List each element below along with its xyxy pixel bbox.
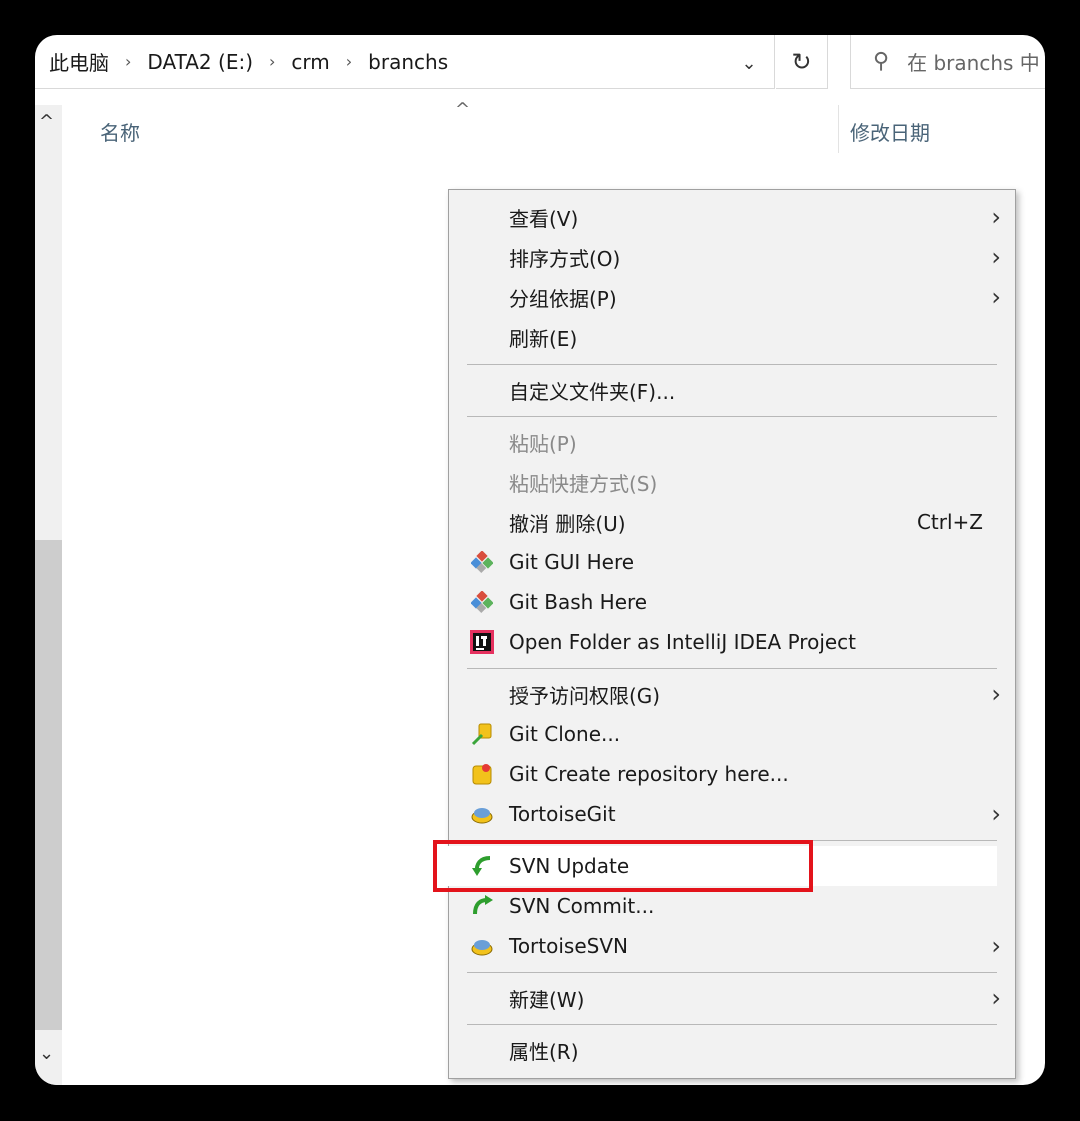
menu-item-git-create-repo[interactable]: Git Create repository here...	[467, 755, 997, 793]
chevron-right-icon: ›	[991, 680, 1001, 708]
breadcrumb-drive[interactable]: DATA2 (E:)	[147, 50, 253, 74]
chevron-right-icon: ›	[991, 283, 1001, 311]
column-name-header[interactable]: 名称	[100, 117, 140, 146]
breadcrumb-separator-icon[interactable]: ›	[346, 52, 352, 71]
menu-item-label: 撤消 删除(U)	[509, 511, 626, 536]
menu-item-git-bash-here[interactable]: Git Bash Here	[467, 583, 997, 621]
chevron-down-icon[interactable]: ⌄	[735, 49, 763, 77]
scroll-thumb[interactable]	[35, 540, 62, 1030]
menu-item-undo-delete[interactable]: 撤消 删除(U) Ctrl+Z	[467, 503, 997, 541]
column-header: ^ 名称 修改日期	[35, 99, 1045, 155]
intellij-icon	[469, 629, 495, 655]
context-menu: 查看(V) › 排序方式(O) › 分组依据(P) › 刷新(E) 自定义文件夹…	[433, 189, 1016, 1079]
menu-item-tortoisesvn[interactable]: TortoiseSVN ›	[467, 927, 1001, 965]
menu-item-label: Open Folder as IntelliJ IDEA Project	[509, 630, 857, 654]
menu-item-svn-commit[interactable]: SVN Commit...	[467, 887, 997, 925]
menu-item-git-clone[interactable]: Git Clone...	[467, 715, 997, 753]
menu-separator	[467, 972, 997, 973]
menu-item-label: Git Create repository here...	[509, 762, 789, 786]
breadcrumb-this-pc[interactable]: 此电脑	[49, 47, 109, 76]
menu-separator	[467, 416, 997, 417]
git-icon	[469, 589, 495, 615]
git-icon	[469, 549, 495, 575]
menu-separator	[467, 1024, 997, 1025]
menu-item-view[interactable]: 查看(V) ›	[467, 198, 1001, 236]
menu-item-label: 授予访问权限(G)	[509, 683, 661, 708]
chevron-right-icon: ›	[991, 243, 1001, 271]
sort-ascending-icon: ^	[455, 99, 471, 120]
menu-item-give-access[interactable]: 授予访问权限(G) ›	[467, 675, 1001, 713]
chevron-right-icon: ›	[991, 203, 1001, 231]
chevron-right-icon: ›	[991, 932, 1001, 960]
column-date-header[interactable]: 修改日期	[850, 117, 930, 146]
menu-separator	[467, 364, 997, 365]
tortoisegit-icon	[469, 801, 495, 827]
search-input[interactable]: 在 branchs 中	[907, 47, 1040, 76]
menu-item-label: 粘贴(P)	[509, 431, 577, 456]
svn-commit-icon	[469, 893, 495, 919]
chevron-right-icon: ›	[991, 984, 1001, 1012]
breadcrumb-crm[interactable]: crm	[291, 50, 329, 74]
menu-item-label: 属性(R)	[509, 1039, 579, 1064]
scroll-down-icon[interactable]: ⌄	[39, 1043, 54, 1064]
git-create-repo-icon	[469, 761, 495, 787]
tortoisesvn-icon	[469, 933, 495, 959]
menu-item-properties[interactable]: 属性(R)	[467, 1031, 997, 1069]
menu-item-sort-by[interactable]: 排序方式(O) ›	[467, 238, 1001, 276]
breadcrumb-separator-icon[interactable]: ›	[269, 52, 275, 71]
vertical-scrollbar[interactable]: ^ ⌄	[35, 105, 62, 1085]
menu-item-label: Git Clone...	[509, 722, 621, 746]
menu-item-refresh[interactable]: 刷新(E)	[467, 318, 997, 356]
column-divider[interactable]	[838, 105, 839, 153]
menu-item-label: Git Bash Here	[509, 590, 648, 614]
menu-item-tortoisegit[interactable]: TortoiseGit ›	[467, 795, 1001, 833]
search-box[interactable]: ⚲ 在 branchs 中	[850, 35, 1045, 89]
menu-item-label: Git GUI Here	[509, 550, 635, 574]
menu-item-customize-folder[interactable]: 自定义文件夹(F)...	[467, 371, 997, 409]
menu-item-group-by[interactable]: 分组依据(P) ›	[467, 278, 1001, 316]
breadcrumb-branchs[interactable]: branchs	[368, 50, 448, 74]
menu-item-label: 分组依据(P)	[509, 286, 617, 311]
chevron-right-icon: ›	[991, 800, 1001, 828]
menu-item-git-gui-here[interactable]: Git GUI Here	[467, 543, 997, 581]
search-icon: ⚲	[873, 49, 890, 74]
menu-item-label: TortoiseGit	[509, 802, 616, 826]
refresh-button[interactable]: ↻	[776, 35, 828, 89]
menu-item-shortcut: Ctrl+Z	[916, 510, 983, 534]
menu-item-label: 新建(W)	[509, 987, 585, 1012]
menu-item-label: SVN Commit...	[509, 894, 655, 918]
menu-item-paste[interactable]: 粘贴(P)	[467, 423, 997, 461]
menu-item-label: 自定义文件夹(F)...	[509, 379, 676, 404]
menu-item-label: 刷新(E)	[509, 326, 578, 351]
address-bar[interactable]: 此电脑 › DATA2 (E:) › crm › branchs ⌄	[35, 35, 775, 89]
menu-item-paste-shortcut[interactable]: 粘贴快捷方式(S)	[467, 463, 997, 501]
menu-item-label: 查看(V)	[509, 206, 579, 231]
menu-item-open-intellij[interactable]: Open Folder as IntelliJ IDEA Project	[467, 623, 997, 661]
highlight-annotation-box	[433, 840, 813, 892]
scroll-up-icon[interactable]: ^	[39, 111, 54, 132]
menu-item-label: TortoiseSVN	[509, 934, 628, 958]
git-clone-icon	[469, 721, 495, 747]
menu-item-label: 粘贴快捷方式(S)	[509, 471, 658, 496]
breadcrumb-separator-icon[interactable]: ›	[125, 52, 131, 71]
menu-item-new[interactable]: 新建(W) ›	[467, 979, 1001, 1017]
menu-separator	[467, 668, 997, 669]
menu-item-label: 排序方式(O)	[509, 246, 621, 271]
